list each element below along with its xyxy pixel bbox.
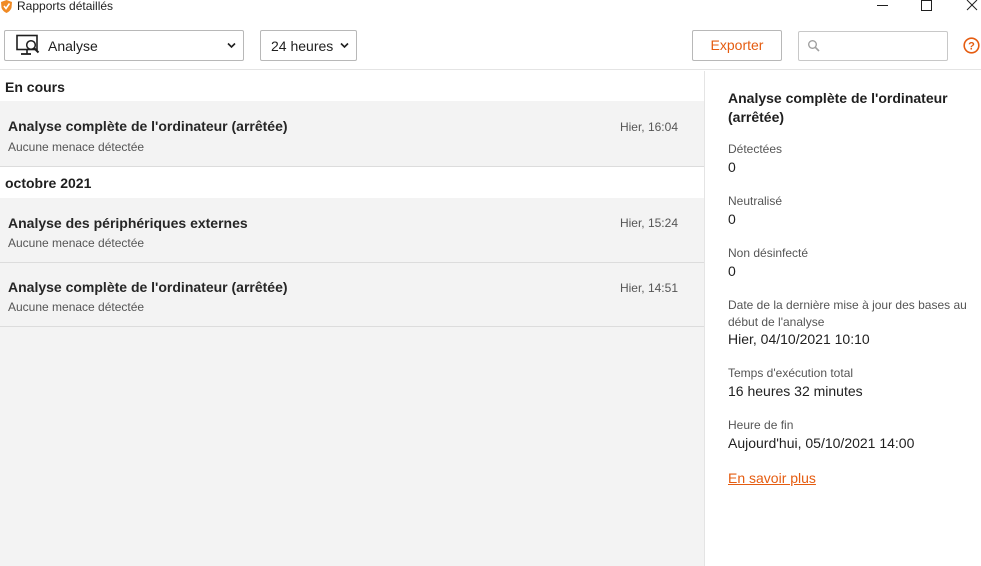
details-panel: Analyse complète de l'ordinateur (arrêté…: [705, 71, 981, 566]
maximize-icon[interactable]: [917, 0, 937, 16]
monitor-scan-icon: [16, 34, 40, 55]
report-time: Hier, 15:24: [619, 216, 678, 230]
toolbar: Analyse 24 heures Exporter ?: [0, 20, 981, 70]
report-title: Analyse des périphériques externes: [8, 215, 248, 231]
app-shield-icon: [1, 0, 12, 13]
report-status: Aucune menace détectée: [8, 300, 145, 314]
detail-label: Détectées: [728, 142, 783, 156]
detail-label: Neutralisé: [728, 194, 783, 208]
period-select[interactable]: 24 heures: [260, 30, 357, 61]
detail-value: 0: [728, 263, 736, 279]
report-row[interactable]: Analyse complète de l'ordinateur (arrêté…: [0, 263, 704, 327]
report-title: Analyse complète de l'ordinateur (arrêté…: [8, 279, 288, 295]
report-type-value: Analyse: [48, 38, 98, 54]
report-row[interactable]: Analyse complète de l'ordinateur (arrêté…: [0, 101, 704, 167]
title-bar: Rapports détaillés: [0, 0, 981, 20]
detail-label: Temps d'exécution total: [728, 366, 854, 380]
group-header-in-progress: En cours: [0, 71, 704, 101]
detail-value: 0: [728, 159, 736, 175]
chevron-down-icon: [227, 42, 236, 49]
svg-text:?: ?: [968, 41, 975, 53]
detail-label: Date de la dernière mise à jour des base…: [728, 298, 967, 329]
search-icon: [808, 40, 820, 52]
help-icon[interactable]: ?: [963, 37, 980, 54]
search-input[interactable]: [825, 35, 943, 57]
report-time: Hier, 16:04: [619, 120, 678, 134]
report-row[interactable]: Analyse des périphériques externes Aucun…: [0, 198, 704, 263]
report-list: En cours Analyse complète de l'ordinateu…: [0, 71, 704, 566]
report-status: Aucune menace détectée: [8, 140, 145, 154]
close-icon[interactable]: [962, 0, 981, 16]
detail-value: 0: [728, 211, 736, 227]
report-status: Aucune menace détectée: [8, 236, 145, 250]
detail-value: Hier, 04/10/2021 10:10: [728, 331, 870, 347]
detail-value: Aujourd'hui, 05/10/2021 14:00: [728, 435, 915, 451]
report-title: Analyse complète de l'ordinateur (arrêté…: [8, 118, 288, 134]
period-value: 24 heures: [271, 38, 334, 54]
details-title: Analyse complète de l'ordinateur (arrêté…: [728, 90, 948, 125]
report-time: Hier, 14:51: [619, 281, 678, 295]
search-box[interactable]: [798, 31, 948, 61]
report-type-select[interactable]: Analyse: [4, 30, 244, 61]
chevron-down-icon: [340, 42, 349, 49]
group-header-month: octobre 2021: [0, 167, 704, 198]
window-title: Rapports détaillés: [17, 0, 114, 13]
detail-value: 16 heures 32 minutes: [728, 383, 863, 399]
learn-more-link[interactable]: En savoir plus: [728, 470, 816, 486]
minimize-icon[interactable]: [873, 0, 893, 16]
detail-label: Heure de fin: [728, 418, 794, 432]
detail-label: Non désinfecté: [728, 246, 809, 260]
export-button[interactable]: Exporter: [692, 30, 782, 61]
